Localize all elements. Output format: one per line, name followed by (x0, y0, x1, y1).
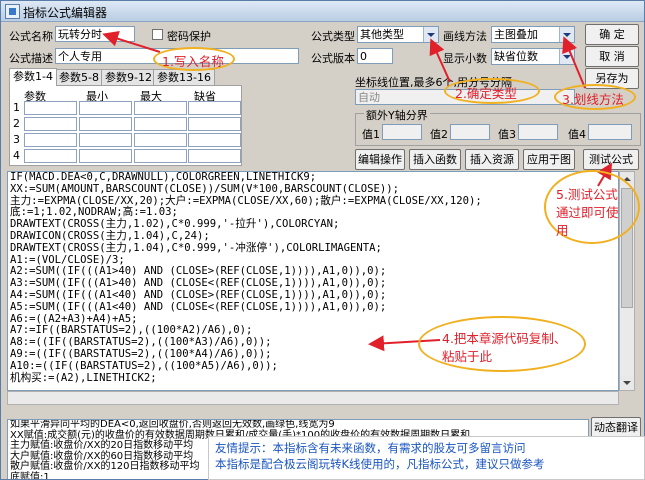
friendly-tip-box: 友情提示：本指标含有未来函数，有需求的股友可多留言访问 本指标是配合极云阁玩转K… (208, 436, 645, 480)
annotation-arrows (102, 30, 613, 352)
arrow-to-type (429, 38, 451, 83)
annotation-5-line1: 5.测试公式 (556, 187, 618, 202)
annotation-3: 3.划线方法 (562, 92, 624, 107)
annotation-5-line2: 通过即可使 (556, 205, 619, 220)
annotation-4-line1: 4.把本章源代码复制、 (442, 331, 567, 346)
annotation-1: 1.写入名称 (162, 54, 224, 69)
annotation-2: 2.确定类型 (455, 86, 517, 101)
tip-line-1: 友情提示：本指标含有未来函数，有需求的股友可多留言访问 (215, 441, 526, 455)
tip-line-2: 本指标是配合极云阁玩转K线使用的，凡指标公式，建议只做参考 (215, 457, 545, 471)
annotation-4-line2: 粘贴于此 (442, 349, 493, 364)
arrow-to-name (102, 30, 161, 53)
arrow-to-draw (562, 36, 586, 89)
tab-params-1-4[interactable]: 参数1-4 (9, 68, 57, 86)
annotation-5-line3: 用 (556, 223, 569, 238)
